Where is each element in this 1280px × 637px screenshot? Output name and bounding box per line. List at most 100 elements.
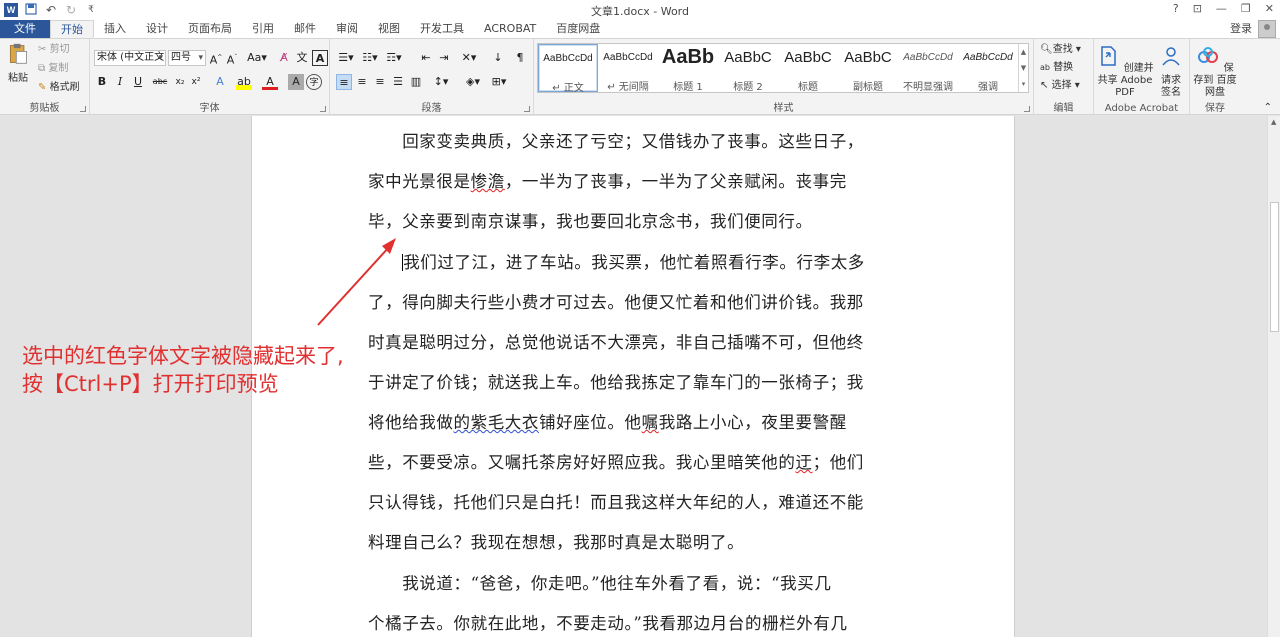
style-heading-2[interactable]: AaBbC 标题 2 — [718, 44, 778, 93]
create-pdf-button[interactable]: 创建并共享 Adobe PDF — [1096, 45, 1154, 99]
more-icon[interactable]: ▾ — [1019, 76, 1028, 92]
line-spacing-icon[interactable]: ↕▾ — [430, 74, 452, 90]
tab-layout[interactable]: 页面布局 — [178, 20, 242, 38]
chevron-up-icon[interactable]: ▲ — [1019, 44, 1028, 60]
align-center-icon[interactable]: ≡ — [354, 74, 370, 90]
collapse-ribbon-icon[interactable]: ⌃ — [1264, 101, 1272, 115]
undo-icon[interactable]: ↶ — [44, 3, 58, 17]
tab-home[interactable]: 开始 — [50, 20, 94, 38]
borders-icon[interactable]: ⊞▾ — [488, 74, 510, 90]
tab-review[interactable]: 审阅 — [326, 20, 368, 38]
doc-line: 于讲定了价钱；就送我上车。他给我拣定了靠车门的一张椅子；我 — [368, 373, 864, 392]
character-border-icon[interactable]: A — [312, 50, 328, 66]
tab-design[interactable]: 设计 — [136, 20, 178, 38]
clear-formatting-icon[interactable]: A̸ — [276, 50, 292, 66]
style-subtitle[interactable]: AaBbC 副标题 — [838, 44, 898, 93]
phonetic-guide-icon[interactable]: 文 — [294, 50, 310, 66]
shading-icon[interactable]: ◈▾ — [462, 74, 484, 90]
scrollbar-thumb[interactable] — [1270, 202, 1279, 332]
spelling-squiggle[interactable]: 惨澹 — [471, 172, 505, 191]
replace-button[interactable]: ab 替换 — [1040, 61, 1073, 75]
title-bar: W ↶ ↻ ₹ 文章1.docx - Word ? ⊡ — ❐ ✕ — [0, 0, 1280, 20]
style-title[interactable]: AaBbC 标题 — [778, 44, 838, 93]
select-button[interactable]: ↖ 选择 ▾ — [1040, 79, 1080, 93]
style-no-spacing[interactable]: AaBbCcDd ↵ 无间隔 — [598, 44, 658, 93]
bold-icon[interactable]: B — [94, 74, 110, 90]
minimize-icon[interactable]: — — [1216, 2, 1227, 15]
doc-line-text: 家中光景很是惨澹，一半为了丧事，一半为了父亲赋闲。丧事完 — [368, 172, 847, 191]
ribbon-display-icon[interactable]: ⊡ — [1193, 2, 1202, 15]
distributed-icon[interactable]: ▥ — [408, 74, 424, 90]
save-icon[interactable] — [24, 2, 38, 18]
word-app-icon[interactable]: W — [4, 3, 18, 17]
strikethrough-icon[interactable]: abc — [150, 74, 170, 90]
show-marks-icon[interactable]: ¶ — [512, 50, 528, 66]
tab-mailings[interactable]: 邮件 — [284, 20, 326, 38]
multilevel-list-icon[interactable]: ☶▾ — [384, 50, 404, 66]
grow-font-icon[interactable]: A^ — [208, 50, 224, 67]
text-effects-icon[interactable]: A — [212, 74, 228, 90]
chinese-layout-icon[interactable]: ✕▾ — [458, 50, 480, 66]
doc-line: 我们过了江，进了车站。我买票，他忙着照看行李。行李太多 — [368, 249, 865, 273]
close-icon[interactable]: ✕ — [1265, 2, 1274, 15]
font-name-select[interactable]: 宋体 (中文正文 — [94, 50, 166, 66]
gallery-scroll[interactable]: ▲ ▼ ▾ — [1018, 44, 1028, 92]
tab-references[interactable]: 引用 — [242, 20, 284, 38]
scroll-up-icon[interactable]: ▲ — [1271, 118, 1276, 126]
subscript-icon[interactable]: x₂ — [172, 74, 188, 90]
vertical-scrollbar[interactable]: ▲ — [1267, 116, 1280, 637]
font-launcher-icon[interactable] — [320, 106, 326, 112]
style-normal[interactable]: AaBbCcDd ↵ 正文 — [538, 44, 598, 94]
justify-icon[interactable]: ☰ — [390, 74, 406, 90]
find-button[interactable]: 🔍︎查找 ▾ — [1040, 43, 1081, 57]
tab-view[interactable]: 视图 — [368, 20, 410, 38]
font-size-select[interactable]: 四号 — [168, 50, 206, 66]
copy-button[interactable]: ⧉ 复制 — [38, 62, 68, 76]
avatar[interactable] — [1258, 20, 1276, 38]
tab-file[interactable]: 文件 — [0, 20, 50, 38]
decrease-indent-icon[interactable]: ⇤ — [418, 50, 434, 66]
cut-button[interactable]: ✂ 剪切 — [38, 43, 70, 57]
save-baidu-button[interactable]: 保存到 百度网盘 — [1192, 45, 1238, 99]
superscript-icon[interactable]: x² — [188, 74, 204, 90]
character-shading-icon[interactable]: A — [288, 74, 304, 90]
chevron-down-icon[interactable]: ▼ — [1019, 60, 1028, 76]
spelling-squiggle[interactable]: 的紫毛大衣 — [454, 413, 540, 432]
tab-insert[interactable]: 插入 — [94, 20, 136, 38]
increase-indent-icon[interactable]: ⇥ — [436, 50, 452, 66]
shrink-font-icon[interactable]: Aˇ — [224, 50, 240, 67]
request-signature-button[interactable]: 请求 签名 — [1156, 45, 1186, 99]
paste-button[interactable]: 粘贴 — [4, 43, 32, 85]
clipboard-launcher-icon[interactable] — [80, 106, 86, 112]
tab-developer[interactable]: 开发工具 — [410, 20, 474, 38]
bullets-icon[interactable]: ☰▾ — [336, 50, 356, 66]
doc-line: 个橘子去。你就在此地，不要走动。”我看那边月台的栅栏外有几 — [368, 614, 848, 633]
help-icon[interactable]: ? — [1173, 2, 1179, 15]
underline-icon[interactable]: U — [130, 74, 146, 90]
style-subtle-emphasis[interactable]: AaBbCcDd 不明显强调 — [898, 44, 958, 93]
numbering-icon[interactable]: ☷▾ — [360, 50, 380, 66]
spelling-squiggle[interactable]: 迂 — [796, 453, 813, 472]
style-heading-1[interactable]: AaBb 标题 1 — [658, 44, 718, 93]
document-page[interactable]: 回家变卖典质，父亲还了亏空；又借钱办了丧事。这些日子， 家中光景很是惨澹，一半为… — [251, 116, 1015, 637]
tab-acrobat[interactable]: ACROBAT — [474, 20, 546, 38]
styles-launcher-icon[interactable] — [1024, 106, 1030, 112]
spelling-squiggle[interactable]: 嘱 — [642, 413, 659, 432]
font-color-icon[interactable]: A — [262, 74, 278, 90]
highlight-icon[interactable]: ab — [236, 74, 252, 90]
italic-icon[interactable]: I — [112, 74, 128, 90]
login-link[interactable]: 登录 — [1230, 20, 1252, 38]
align-left-icon[interactable]: ≡ — [336, 74, 352, 90]
paragraph-launcher-icon[interactable] — [524, 106, 530, 112]
tab-baidu-netdisk[interactable]: 百度网盘 — [546, 20, 610, 38]
enclose-characters-icon[interactable]: 字 — [306, 74, 322, 90]
customize-qat-icon[interactable]: ₹ — [84, 3, 98, 17]
change-case-icon[interactable]: Aa▾ — [246, 50, 268, 66]
sort-icon[interactable]: ↓ — [490, 50, 506, 66]
restore-icon[interactable]: ❐ — [1241, 2, 1251, 15]
doc-line: 回家变卖典质，父亲还了亏空；又借钱办了丧事。这些日子， — [368, 132, 864, 151]
style-emphasis[interactable]: AaBbCcDd 强调 — [958, 44, 1018, 93]
format-painter-button[interactable]: ✎ 格式刷 — [38, 81, 80, 95]
align-right-icon[interactable]: ≡ — [372, 74, 388, 90]
redo-icon[interactable]: ↻ — [64, 3, 78, 17]
